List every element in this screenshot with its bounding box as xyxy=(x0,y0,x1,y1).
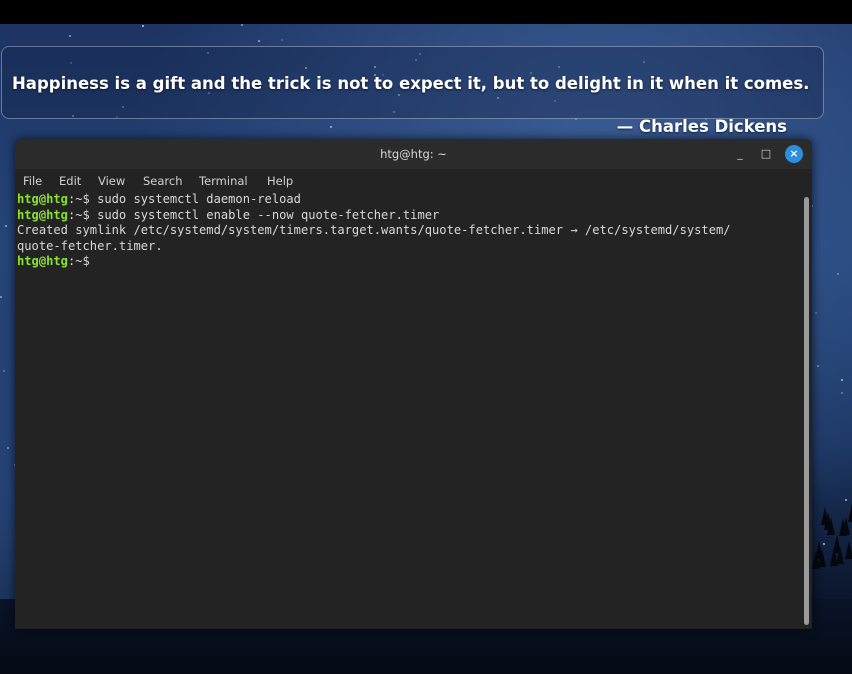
prompt-path: :~$ xyxy=(67,207,90,222)
top-panel xyxy=(0,0,852,24)
tree-silhouette xyxy=(848,504,852,522)
menu-file[interactable]: File xyxy=(23,174,42,188)
command-text: sudo systemctl daemon-reload xyxy=(89,192,301,206)
prompt-path: :~$ xyxy=(67,192,90,206)
star xyxy=(258,40,260,42)
star xyxy=(142,25,144,27)
star xyxy=(3,370,5,372)
star xyxy=(69,35,71,37)
star xyxy=(5,225,7,227)
prompt-user: htg@htg xyxy=(17,254,68,268)
close-button[interactable]: × xyxy=(785,145,803,163)
terminal-output-line: Created symlink /etc/systemd/system/time… xyxy=(17,223,731,237)
maximize-button[interactable]: □ xyxy=(757,145,775,163)
terminal-command-line: htg@htg:~$ xyxy=(17,254,802,270)
star xyxy=(837,273,839,275)
tree-silhouette xyxy=(818,549,826,567)
terminal-output[interactable]: htg@htg:~$ sudo systemctl daemon-reload h… xyxy=(17,192,802,270)
terminal-command-line: htg@htg:~$ sudo systemctl enable --now q… xyxy=(17,208,802,224)
terminal-titlebar[interactable]: htg@htg: ~ _ □ × xyxy=(15,139,812,169)
menu-help[interactable]: Help xyxy=(267,174,293,188)
terminal-window[interactable]: htg@htg: ~ _ □ × File Edit View Search T… xyxy=(15,139,812,629)
quote-author: — Charles Dickens xyxy=(616,117,787,136)
menu-terminal[interactable]: Terminal xyxy=(199,174,248,188)
star xyxy=(241,24,243,26)
command-text: sudo systemctl enable --now quote-fetche… xyxy=(89,207,440,222)
terminal-command-line: htg@htg:~$ sudo systemctl daemon-reload xyxy=(17,192,802,208)
star xyxy=(7,447,9,449)
terminal-title: htg@htg: ~ xyxy=(380,147,447,161)
star xyxy=(845,499,847,501)
star xyxy=(817,365,819,367)
star xyxy=(281,39,283,41)
star xyxy=(330,126,332,128)
prompt-user: htg@htg xyxy=(17,207,68,222)
prompt-path: :~$ xyxy=(67,254,90,268)
star xyxy=(815,312,817,314)
star xyxy=(841,392,843,394)
quote-widget: Happiness is a gift and the trick is not… xyxy=(1,46,824,136)
menu-edit[interactable]: Edit xyxy=(59,174,81,188)
star xyxy=(0,296,2,298)
star xyxy=(841,379,843,381)
menu-search[interactable]: Search xyxy=(143,174,183,188)
prompt-user: htg@htg xyxy=(17,192,68,206)
minimize-button[interactable]: _ xyxy=(731,145,749,163)
menu-view[interactable]: View xyxy=(98,174,125,188)
quote-text: Happiness is a gift and the trick is not… xyxy=(12,74,810,93)
terminal-scrollbar[interactable] xyxy=(804,197,809,625)
tree-silhouette xyxy=(827,517,835,535)
tree-silhouette xyxy=(836,546,844,564)
star xyxy=(823,543,825,545)
terminal-output-line: quote-fetcher.timer. xyxy=(17,238,163,253)
terminal-menubar: File Edit View Search Terminal Help xyxy=(15,169,812,191)
